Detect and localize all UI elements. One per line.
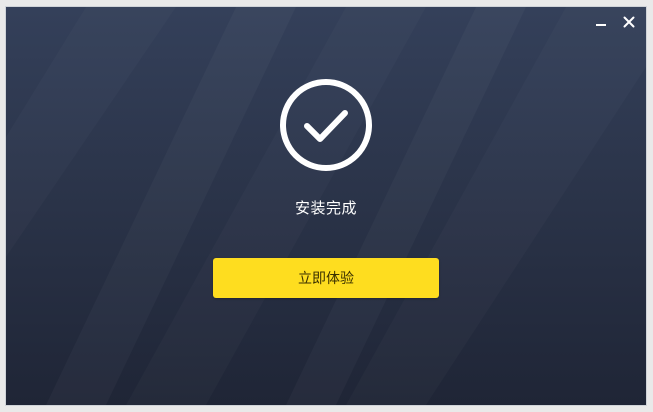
- check-circle-icon: [280, 79, 372, 171]
- close-button[interactable]: [620, 13, 638, 31]
- minimize-button[interactable]: [592, 13, 610, 31]
- install-complete-text: 安装完成: [294, 199, 357, 217]
- try-now-button[interactable]: 立即体验: [213, 258, 439, 298]
- installer-window: 安装完成 立即体验: [6, 7, 646, 405]
- close-icon: [623, 16, 635, 28]
- window-controls: [592, 13, 638, 31]
- minimize-icon: [596, 24, 606, 26]
